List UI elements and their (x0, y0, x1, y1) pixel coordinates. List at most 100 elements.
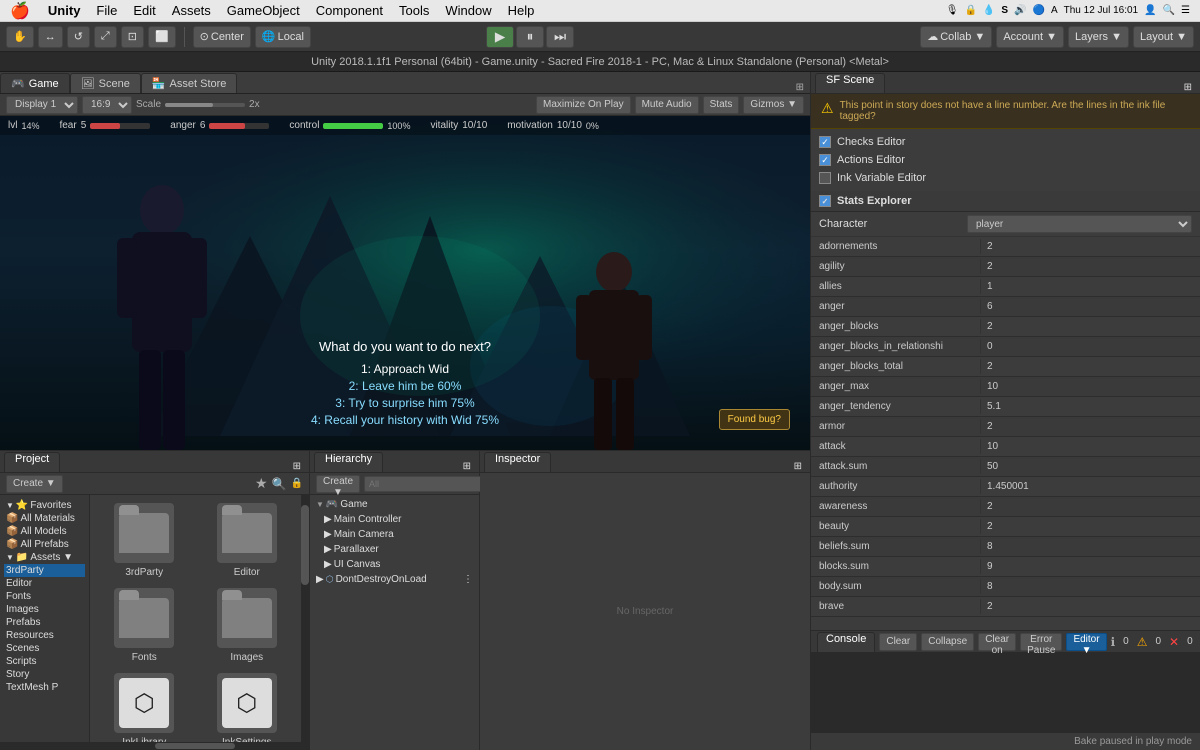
tree-editor[interactable]: Editor (4, 577, 85, 590)
rotate-tool[interactable]: ↺ (67, 26, 90, 48)
favorites-section[interactable]: ▼ ⭐ Favorites (4, 499, 85, 512)
sf-panel-resize[interactable]: ⊞ (1184, 82, 1192, 93)
stats-button[interactable]: Stats (703, 96, 740, 114)
inspector-panel-resize[interactable]: ⊞ (794, 461, 802, 472)
dialog-choice-1[interactable]: 1: Approach Wid (311, 362, 499, 376)
tree-scenes[interactable]: Scenes (4, 642, 85, 655)
search-project[interactable]: 🔍 (272, 477, 287, 491)
layers-button[interactable]: Layers ▼ (1068, 26, 1129, 48)
h-game[interactable]: ▼ 🎮 Game (312, 497, 477, 512)
account-button[interactable]: Account ▼ (996, 26, 1064, 48)
ink-variable-checkbox[interactable] (819, 172, 831, 184)
asset-inksettings[interactable]: ⬡ InkSettings (201, 673, 294, 742)
menu-tools[interactable]: Tools (399, 3, 429, 18)
layout-button[interactable]: Layout ▼ (1133, 26, 1194, 48)
console-error-pause[interactable]: Error Pause (1020, 633, 1062, 651)
tree-fonts[interactable]: Fonts (4, 590, 85, 603)
tree-textmesh[interactable]: TextMesh P (4, 681, 85, 694)
star-button[interactable]: ★ (255, 475, 268, 492)
menu-file[interactable]: File (96, 3, 117, 18)
hierarchy-create[interactable]: Create ▼ (316, 475, 360, 493)
menu-gameobject[interactable]: GameObject (227, 3, 300, 18)
actions-editor-checkbox[interactable] (819, 154, 831, 166)
dialog-choice-4[interactable]: 4: Recall your history with Wid 75% (311, 413, 499, 427)
menu-unity[interactable]: Unity (48, 3, 81, 18)
menu-assets[interactable]: Assets (172, 3, 211, 18)
menu-help[interactable]: Help (508, 3, 535, 18)
tree-all-prefabs[interactable]: 📦 All Prefabs (4, 538, 85, 551)
tab-game[interactable]: 🎮 Game (0, 73, 70, 93)
tab-console[interactable]: Console (817, 632, 875, 652)
pivot-button[interactable]: ⊙ Center (193, 26, 251, 48)
create-button[interactable]: Create ▼ (6, 475, 63, 493)
hand-tool[interactable]: ✋ (6, 26, 34, 48)
h-parallaxer[interactable]: ▶ Parallaxer (312, 542, 477, 557)
h-main-camera[interactable]: ▶ Main Camera (312, 527, 477, 542)
scale-tool[interactable]: ⤢ (94, 26, 117, 48)
character-select[interactable]: player (967, 215, 1192, 233)
tree-all-materials[interactable]: 📦 All Materials (4, 512, 85, 525)
tab-inspector[interactable]: Inspector (484, 452, 551, 472)
asset-editor[interactable]: Editor (201, 503, 294, 578)
project-hscrollbar-thumb[interactable] (155, 743, 235, 749)
asset-3rdparty[interactable]: 3rdParty (98, 503, 191, 578)
apple-icon[interactable]: 🍎 (10, 1, 30, 21)
h-dont-destroy-menu[interactable]: ⋮ (463, 574, 473, 585)
step-button[interactable]: ⏭ (546, 26, 574, 48)
console-editor[interactable]: Editor ▼ (1066, 633, 1106, 651)
h-dont-destroy[interactable]: ▶ ⬡ DontDestroyOnLoad ⋮ (312, 572, 477, 587)
tree-prefabs[interactable]: Prefabs (4, 616, 85, 629)
tree-3rdparty[interactable]: 3rdParty (4, 564, 85, 577)
tree-scripts[interactable]: Scripts (4, 655, 85, 668)
warning-banner: ⚠ This point in story does not have a li… (811, 94, 1200, 129)
display-select[interactable]: Display 1 (6, 96, 78, 114)
menu-component[interactable]: Component (316, 3, 383, 18)
pause-button[interactable]: ⏸ (516, 26, 544, 48)
h-main-controller[interactable]: ▶ Main Controller (312, 512, 477, 527)
maximize-on-play[interactable]: Maximize On Play (536, 96, 631, 114)
project-scrollbar-v[interactable] (301, 495, 309, 742)
transform-tool[interactable]: ⬜ (148, 26, 176, 48)
tree-images[interactable]: Images (4, 603, 85, 616)
console-collapse[interactable]: Collapse (921, 633, 974, 651)
tab-sf-scene[interactable]: SF Scene (815, 73, 885, 93)
rect-tool[interactable]: ⊡ (121, 26, 144, 48)
hud-anger: anger 6 (170, 120, 269, 131)
hierarchy-search[interactable] (364, 476, 491, 492)
project-lock[interactable]: 🔒 (291, 478, 303, 489)
dialog-choice-2[interactable]: 2: Leave him be 60% (311, 379, 499, 393)
console-clear-on-play[interactable]: Clear on Play (978, 633, 1016, 651)
tab-project[interactable]: Project (4, 452, 60, 472)
project-scrollbar-thumb[interactable] (301, 505, 309, 585)
dialog-choice-3[interactable]: 3: Try to surprise him 75% (311, 396, 499, 410)
found-bug-button[interactable]: Found bug? (719, 409, 790, 430)
ratio-select[interactable]: 16:9 (82, 96, 132, 114)
asset-fonts[interactable]: Fonts (98, 588, 191, 663)
scale-slider[interactable] (165, 103, 245, 107)
console-clear[interactable]: Clear (879, 633, 917, 651)
checks-editor-checkbox[interactable] (819, 136, 831, 148)
asset-inklibrary[interactable]: ⬡ InkLibrary (98, 673, 191, 742)
space-button[interactable]: 🌐 Local (255, 26, 311, 48)
play-button[interactable]: ▶ (486, 26, 514, 48)
stats-explorer-checkbox[interactable]: ✓ (819, 195, 831, 207)
project-hscrollbar[interactable] (0, 742, 309, 750)
tree-story[interactable]: Story (4, 668, 85, 681)
menu-edit[interactable]: Edit (133, 3, 155, 18)
tab-asset-store[interactable]: 🏪 Asset Store (141, 73, 238, 93)
gizmos-button[interactable]: Gizmos ▼ (743, 96, 804, 114)
project-panel-resize[interactable]: ⊞ (293, 461, 301, 472)
move-tool[interactable]: ↔ (38, 26, 63, 48)
mute-audio[interactable]: Mute Audio (635, 96, 699, 114)
menu-window[interactable]: Window (445, 3, 491, 18)
panel-resize[interactable]: ⊞ (796, 82, 804, 93)
tab-hierarchy[interactable]: Hierarchy (314, 452, 383, 472)
collab-button[interactable]: ☁ Collab ▼ (920, 26, 992, 48)
asset-images[interactable]: Images (201, 588, 294, 663)
tree-resources[interactable]: Resources (4, 629, 85, 642)
assets-section[interactable]: ▼ 📁 Assets ▼ (4, 551, 85, 564)
h-ui-canvas[interactable]: ▶ UI Canvas (312, 557, 477, 572)
tab-scene[interactable]: 🖼 Scene (70, 73, 141, 93)
hierarchy-panel-resize[interactable]: ⊞ (463, 461, 471, 472)
tree-all-models[interactable]: 📦 All Models (4, 525, 85, 538)
